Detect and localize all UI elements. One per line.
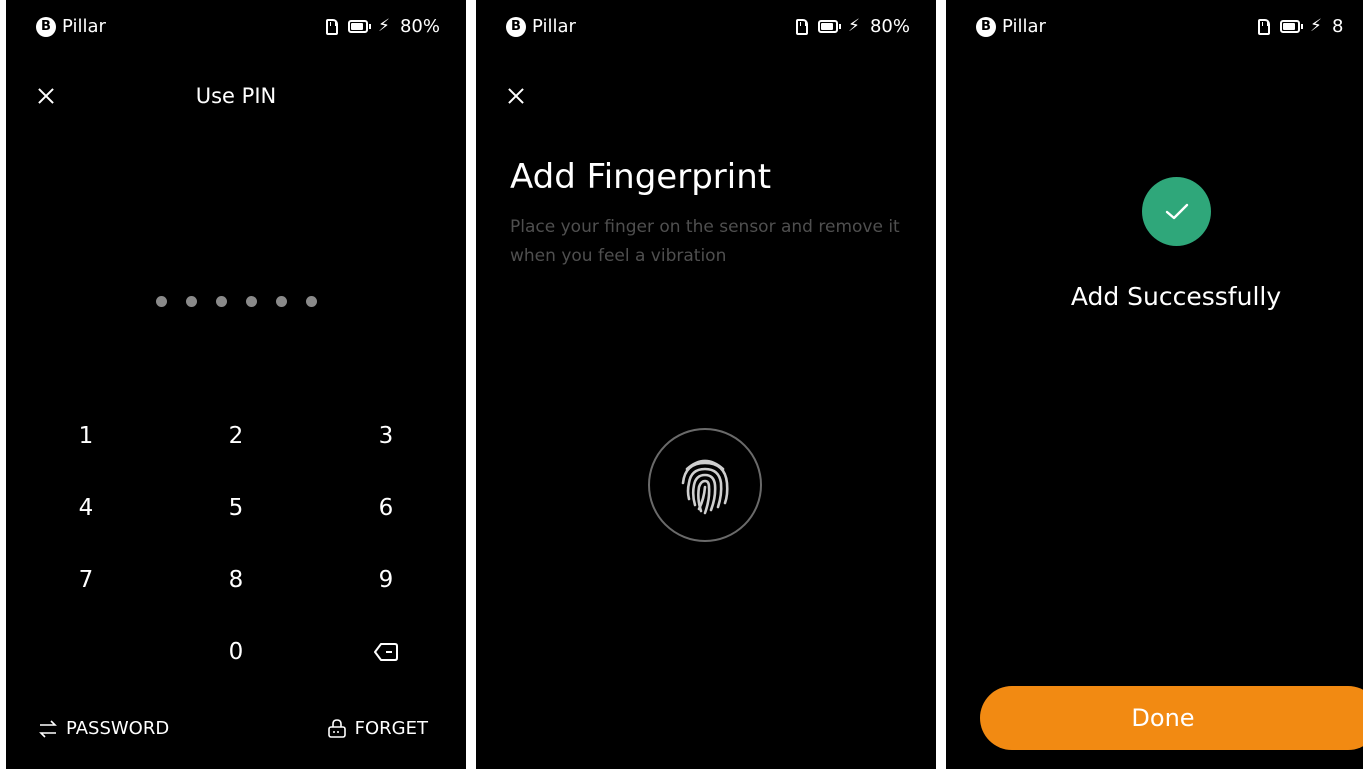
success-screen: B Pillar ⚡︎ 8 Add Successfully Done xyxy=(946,0,1363,769)
pin-dot xyxy=(156,296,167,307)
instruction-text: Place your finger on the sensor and remo… xyxy=(510,217,900,266)
lock-question-icon xyxy=(327,718,346,738)
keypad-row: 0 xyxy=(11,616,461,688)
bitcoin-icon: B xyxy=(976,16,996,37)
brand-name: Pillar xyxy=(62,16,106,37)
keypad: 1 2 3 4 5 6 7 8 9 0 xyxy=(11,400,461,688)
charging-icon: ⚡︎ xyxy=(1310,16,1322,36)
battery-icon xyxy=(818,20,842,33)
fingerprint-screen: B Pillar ⚡︎ 80% Add Fingerprint Place yo… xyxy=(476,0,936,769)
battery-percent: 80% xyxy=(399,16,440,37)
backspace-key[interactable] xyxy=(311,616,461,688)
pin-dot xyxy=(306,296,317,307)
charging-icon: ⚡︎ xyxy=(378,16,390,36)
key-8[interactable]: 8 xyxy=(161,544,311,616)
bitcoin-icon: B xyxy=(506,16,526,37)
page-title: Use PIN xyxy=(195,84,277,108)
battery-percent: 8 xyxy=(1331,16,1344,37)
password-label: PASSWORD xyxy=(66,718,170,739)
close-icon[interactable] xyxy=(504,84,528,108)
sd-card-icon xyxy=(1258,18,1270,35)
brand-name: Pillar xyxy=(1002,16,1046,37)
backspace-icon xyxy=(374,643,398,661)
pin-dot xyxy=(246,296,257,307)
battery-percent: 80% xyxy=(869,16,910,37)
checkmark-icon xyxy=(1165,203,1188,219)
battery-icon xyxy=(1280,20,1303,33)
brand: B Pillar xyxy=(36,16,106,37)
forget-label: FORGET xyxy=(354,718,428,739)
status-bar: B Pillar ⚡︎ 80% xyxy=(476,12,936,44)
fingerprint-icon xyxy=(681,459,729,515)
done-label: Done xyxy=(1131,704,1195,732)
pin-screen: B Pillar ⚡︎ 80% Use PIN 1 2 3 4 5 6 7 8 … xyxy=(6,0,466,769)
sd-card-icon xyxy=(326,18,339,35)
pin-dot xyxy=(216,296,227,307)
key-3[interactable]: 3 xyxy=(311,400,461,472)
key-7[interactable]: 7 xyxy=(11,544,161,616)
system-status: ⚡︎ 8 xyxy=(1258,16,1343,37)
success-message: Add Successfully xyxy=(1070,282,1282,311)
status-bar: B Pillar ⚡︎ 80% xyxy=(6,12,466,44)
success-badge xyxy=(1142,177,1211,246)
brand-name: Pillar xyxy=(532,16,576,37)
key-5[interactable]: 5 xyxy=(161,472,311,544)
key-2[interactable]: 2 xyxy=(161,400,311,472)
pin-dot xyxy=(186,296,197,307)
key-empty xyxy=(11,616,161,688)
password-button[interactable]: PASSWORD xyxy=(38,718,169,739)
charging-icon: ⚡︎ xyxy=(848,16,860,36)
keypad-row: 4 5 6 xyxy=(11,472,461,544)
keypad-row: 1 2 3 xyxy=(11,400,461,472)
key-0[interactable]: 0 xyxy=(161,616,311,688)
fingerprint-sensor xyxy=(648,428,762,542)
battery-icon xyxy=(348,20,372,33)
key-9[interactable]: 9 xyxy=(311,544,461,616)
key-4[interactable]: 4 xyxy=(11,472,161,544)
brand: B Pillar xyxy=(506,16,576,37)
system-status: ⚡︎ 80% xyxy=(796,16,910,37)
bitcoin-icon: B xyxy=(36,16,56,37)
forget-button[interactable]: FORGET xyxy=(327,718,428,739)
done-button[interactable]: Done xyxy=(980,686,1363,750)
key-1[interactable]: 1 xyxy=(11,400,161,472)
pin-indicator xyxy=(156,296,317,307)
page-title: Add Fingerprint xyxy=(510,157,772,197)
brand: B Pillar xyxy=(976,16,1046,37)
status-bar: B Pillar ⚡︎ 8 xyxy=(946,12,1363,44)
pin-dot xyxy=(276,296,287,307)
system-status: ⚡︎ 80% xyxy=(326,16,440,37)
key-6[interactable]: 6 xyxy=(311,472,461,544)
switch-arrows-icon xyxy=(39,719,57,738)
sd-card-icon xyxy=(796,18,809,35)
keypad-row: 7 8 9 xyxy=(11,544,461,616)
